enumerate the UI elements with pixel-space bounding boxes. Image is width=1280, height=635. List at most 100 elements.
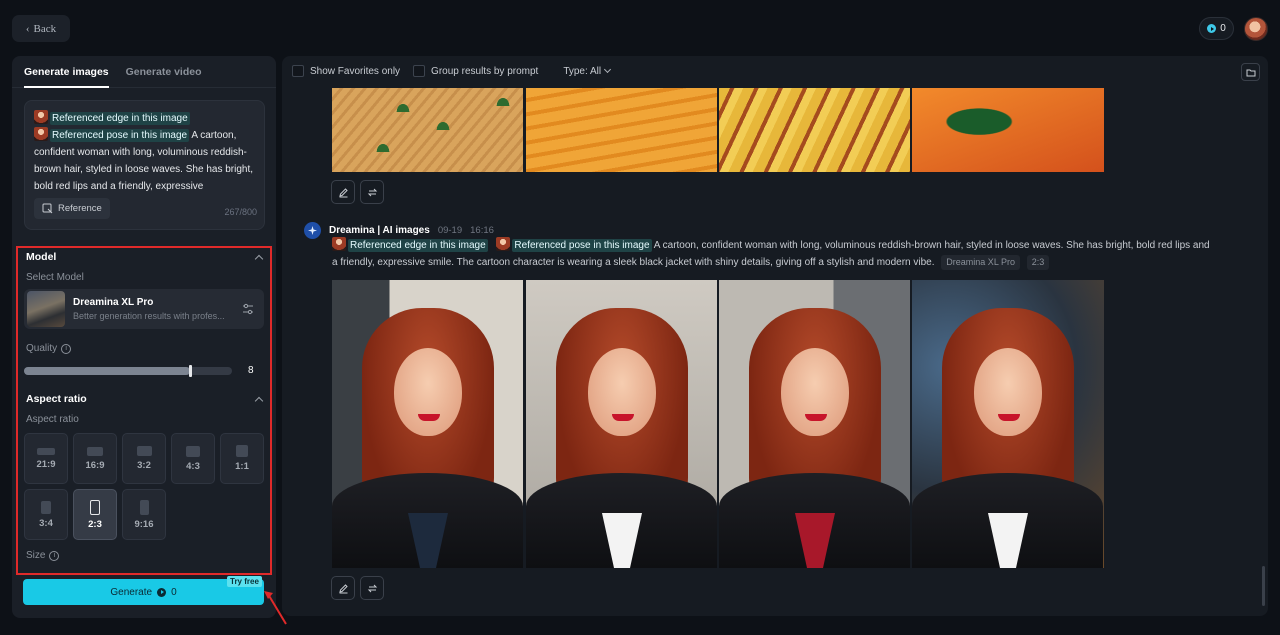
credit-coin-icon — [157, 587, 167, 597]
aspect-ratio-shape-icon — [236, 445, 248, 457]
favorites-filter[interactable]: Show Favorites only — [292, 65, 400, 77]
model-description: Better generation results with profes... — [73, 311, 225, 321]
generation-title: Dreamina | AI images — [329, 225, 430, 236]
type-dropdown[interactable]: Type: All — [563, 65, 612, 77]
chevron-up-icon[interactable] — [254, 396, 264, 405]
results-scrollbar[interactable] — [1262, 566, 1265, 606]
aspect-ratio-option[interactable]: 3:4 — [24, 489, 68, 540]
pencil-icon — [338, 187, 348, 197]
mode-tabs: Generate images Generate video — [12, 56, 276, 88]
regenerate-button[interactable] — [360, 180, 384, 204]
quality-slider-fill — [24, 366, 191, 375]
aspect-ratio-option[interactable]: 4:3 — [171, 433, 215, 484]
aspect-section-header[interactable]: Aspect ratio — [18, 390, 270, 408]
regenerate-button[interactable] — [360, 576, 384, 600]
aspect-ratio-option[interactable]: 1:1 — [220, 433, 264, 484]
model-section-title: Model — [26, 251, 57, 263]
folder-button[interactable] — [1241, 63, 1260, 81]
pencil-icon — [338, 583, 348, 593]
model-section-header[interactable]: Model — [18, 248, 270, 266]
reference-thumbnail — [34, 110, 48, 124]
reference-edge-tag[interactable]: Referenced edge in this image — [348, 239, 488, 252]
aspect-ratio-label: 21:9 — [36, 458, 56, 470]
result-image[interactable] — [526, 88, 717, 172]
aspect-ratio-label: 16:9 — [85, 459, 105, 471]
model-chip: Dreamina XL Pro — [941, 255, 1020, 270]
tab-generate-images[interactable]: Generate images — [24, 56, 109, 88]
chevron-up-icon[interactable] — [254, 254, 264, 263]
edit-prompt-button[interactable] — [331, 180, 355, 204]
generation-prompt: Referenced edge in this image Referenced… — [332, 237, 1212, 271]
char-count: 267/800 — [224, 207, 257, 217]
reference-thumbnail — [332, 237, 346, 251]
result-image[interactable] — [719, 88, 910, 172]
info-icon[interactable]: i — [61, 343, 72, 354]
aspect-ratio-label: 4:3 — [186, 460, 200, 472]
group-checkbox[interactable] — [413, 65, 426, 77]
generation-settings-panel: Generate images Generate video Reference… — [12, 56, 276, 618]
back-label: Back — [33, 22, 57, 35]
generate-cost: 0 — [171, 586, 177, 598]
result-image[interactable] — [526, 280, 717, 568]
result-image[interactable] — [912, 88, 1104, 172]
ratio-chip: 2:3 — [1026, 255, 1050, 270]
result-image[interactable] — [719, 280, 910, 568]
aspect-ratio-shape-icon — [139, 499, 149, 515]
model-name: Dreamina XL Pro — [73, 297, 154, 308]
quality-value: 8 — [248, 365, 254, 376]
dreamina-logo-icon — [304, 222, 321, 239]
avatar[interactable] — [1244, 17, 1268, 41]
try-free-badge: Try free — [227, 576, 262, 587]
sliders-icon[interactable] — [242, 303, 254, 315]
reference-label: Reference — [58, 203, 102, 214]
info-icon[interactable]: i — [49, 550, 60, 561]
aspect-ratio-shape-icon — [186, 445, 200, 457]
aspect-ratio-shape-icon — [136, 446, 152, 456]
reference-pose-tag[interactable]: Referenced pose in this image — [50, 129, 190, 142]
credits-count: 0 — [1220, 23, 1226, 34]
aspect-ratio-label: 9:16 — [134, 518, 154, 530]
group-filter[interactable]: Group results by prompt — [413, 65, 538, 77]
aspect-ratio-option[interactable]: 3:2 — [122, 433, 166, 484]
select-model-label: Select Model — [26, 272, 84, 283]
quality-label: Quality — [26, 343, 58, 354]
chevron-left-icon: ‹ — [25, 22, 30, 35]
aspect-ratio-option[interactable]: 2:3 — [73, 489, 117, 540]
quality-slider-row: 8 — [18, 364, 270, 377]
aspect-ratio-label: Aspect ratio — [26, 414, 79, 425]
aspect-ratio-shape-icon — [90, 499, 100, 515]
credits-badge[interactable]: 0 — [1199, 17, 1234, 40]
results-toolbar: Show Favorites only Group results by pro… — [292, 65, 612, 77]
aspect-ratio-option[interactable]: 16:9 — [73, 433, 117, 484]
result-image[interactable] — [912, 280, 1104, 568]
folder-icon — [1246, 69, 1255, 76]
prompt-text: Referenced edge in this image Referenced… — [34, 110, 255, 195]
result-image[interactable] — [332, 280, 523, 568]
edit-prompt-button[interactable] — [331, 576, 355, 600]
image-reference-icon — [42, 203, 53, 214]
reference-button[interactable]: Reference — [34, 198, 110, 219]
aspect-section-title: Aspect ratio — [26, 393, 87, 405]
size-label: Size — [26, 550, 46, 561]
quality-slider-handle[interactable] — [188, 364, 192, 377]
model-selector[interactable]: Dreamina XL Pro Better generation result… — [24, 289, 264, 329]
aspect-ratio-shape-icon — [41, 500, 51, 514]
reference-edge-tag[interactable]: Referenced edge in this image — [50, 112, 190, 125]
quality-header: Quality i — [18, 343, 270, 354]
chevron-down-icon — [604, 65, 612, 74]
reference-pose-tag[interactable]: Referenced pose in this image — [512, 239, 652, 252]
prompt-input[interactable]: Referenced edge in this image Referenced… — [24, 100, 265, 230]
aspect-ratio-label: 3:4 — [39, 517, 53, 529]
type-label: Type: All — [563, 65, 602, 77]
favorites-checkbox[interactable] — [292, 65, 304, 77]
refresh-icon — [367, 188, 377, 196]
aspect-ratio-option[interactable]: 21:9 — [24, 433, 68, 484]
quality-slider[interactable] — [24, 364, 232, 377]
aspect-ratio-option[interactable]: 9:16 — [122, 489, 166, 540]
model-thumbnail — [27, 291, 65, 327]
aspect-ratio-shape-icon — [87, 446, 103, 456]
back-button[interactable]: ‹ Back — [12, 15, 70, 42]
aspect-ratio-shape-icon — [37, 447, 55, 455]
result-image[interactable] — [332, 88, 523, 172]
tab-generate-video[interactable]: Generate video — [126, 56, 202, 88]
